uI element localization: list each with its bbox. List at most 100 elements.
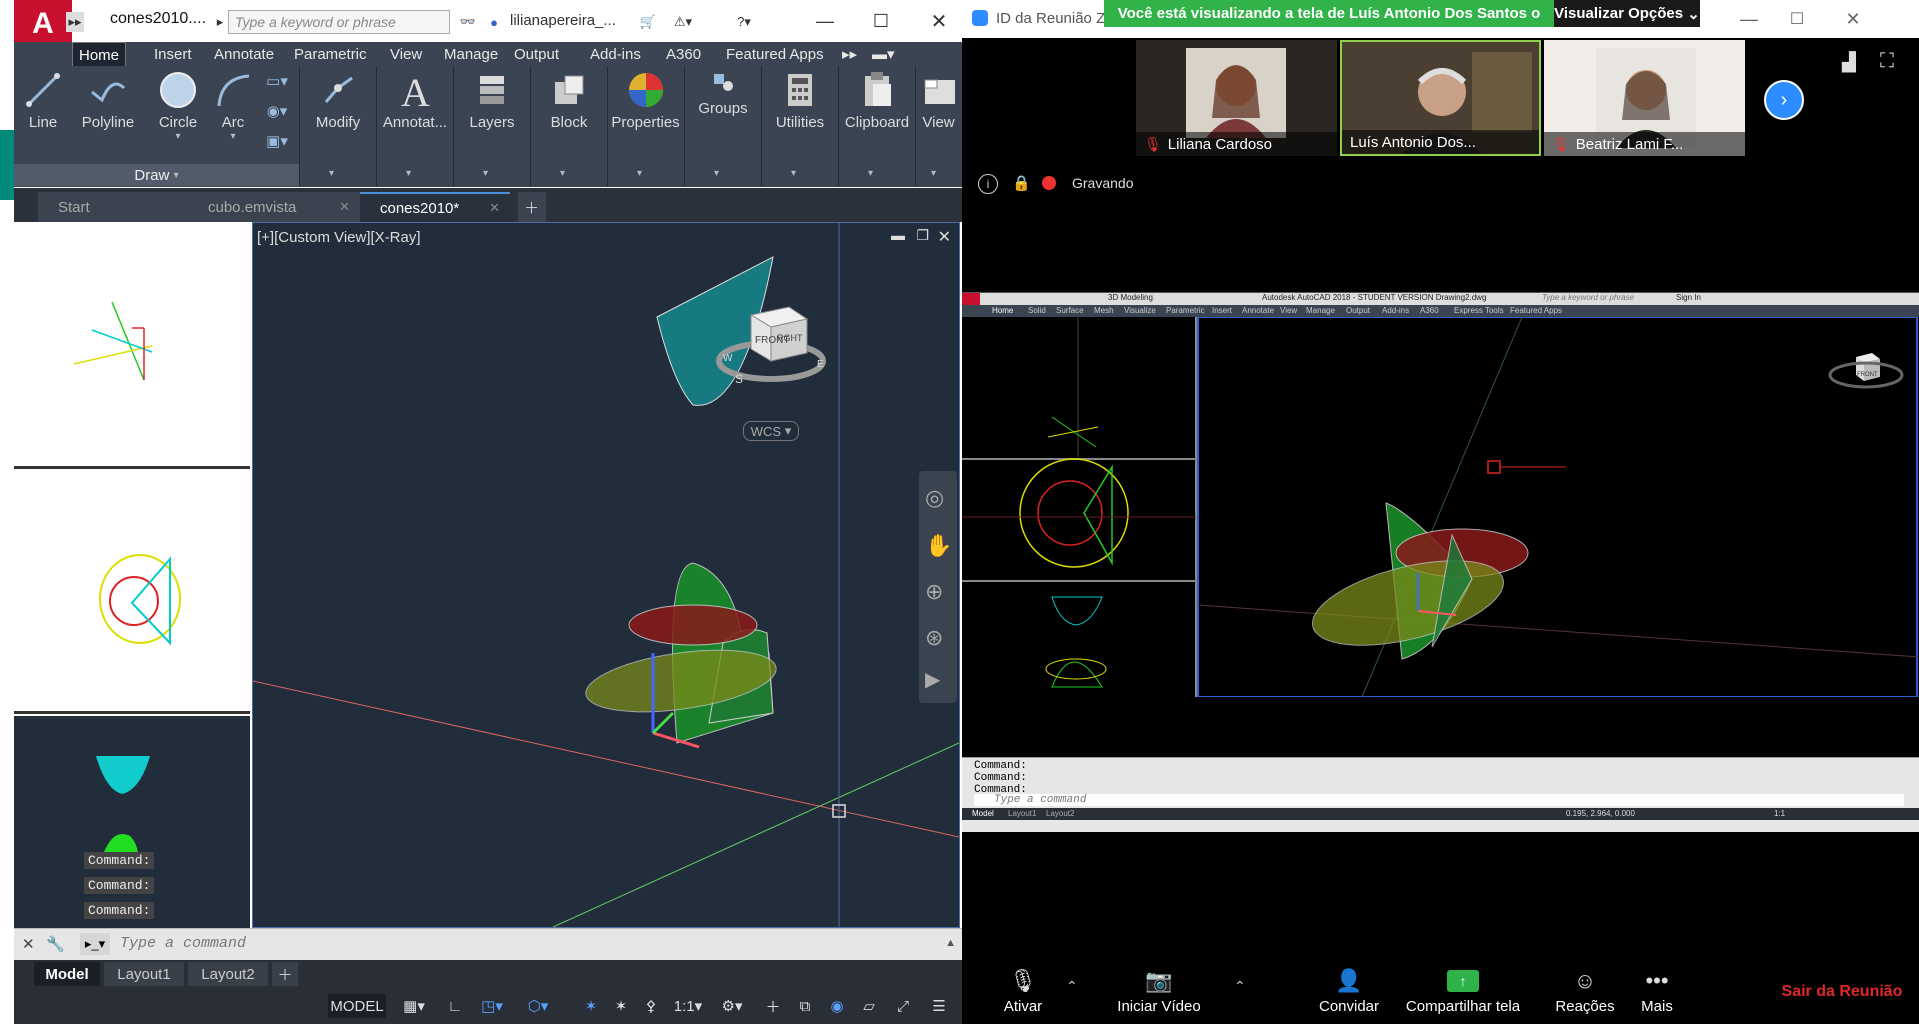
close-icon[interactable]: ✕ xyxy=(924,6,954,36)
quick-access-expand-button[interactable]: ▸▸ xyxy=(66,12,84,32)
minimize-icon[interactable]: — xyxy=(810,6,840,36)
meeting-info-icon[interactable]: i xyxy=(978,174,998,194)
annotation-expand-icon[interactable]: ▾ xyxy=(406,168,411,179)
clipboard-expand-icon[interactable]: ▾ xyxy=(868,168,873,179)
layout-tab-model[interactable]: Model xyxy=(34,962,100,986)
doc-tab-cubo[interactable]: cubo.emvista ✕ xyxy=(188,192,360,222)
layout-tab-layout1[interactable]: Layout1 xyxy=(104,962,184,986)
fullscreen-icon[interactable]: ⛶ xyxy=(1880,50,1894,73)
steering-wheel-icon[interactable]: ◎ xyxy=(925,485,944,511)
model-space-toggle[interactable]: MODEL xyxy=(328,994,386,1018)
annotation-group[interactable]: A Annotat... ▾ xyxy=(376,66,454,186)
ribbon-tab-parametric[interactable]: Parametric xyxy=(288,42,373,66)
share-screen-button[interactable]: ↑ Compartilhar tela xyxy=(1398,964,1528,1015)
binoculars-icon[interactable]: 👓 xyxy=(458,10,478,34)
audio-options-icon[interactable]: ⌃ xyxy=(1066,978,1078,995)
clipboard-panel-button[interactable]: Clipboard xyxy=(840,70,914,131)
app-menu-button[interactable]: A xyxy=(14,0,72,48)
command-history-toggle-icon[interactable]: ▲ xyxy=(945,937,956,949)
cart-icon[interactable]: 🛒 xyxy=(636,10,660,34)
close-tab-icon[interactable]: ✕ xyxy=(339,199,350,215)
invite-button[interactable]: 👤 Convidar xyxy=(1294,964,1404,1015)
layers-group[interactable]: Layers ▾ xyxy=(453,66,531,186)
participant-video-0[interactable]: 🎙 Liliana Cardoso xyxy=(1136,40,1337,156)
block-expand-icon[interactable]: ▾ xyxy=(560,168,565,179)
polyline-tool[interactable]: Polyline xyxy=(68,70,148,131)
start-video-button[interactable]: 📷 Iniciar Vídeo xyxy=(1104,964,1214,1015)
block-panel-button[interactable]: Block xyxy=(534,70,604,131)
properties-panel-button[interactable]: Properties xyxy=(607,70,684,131)
ribbon-tab-view[interactable]: View xyxy=(384,42,428,66)
autodesk-app-icon[interactable]: ⚠▾ xyxy=(668,10,698,34)
properties-expand-icon[interactable]: ▾ xyxy=(637,168,642,179)
recent-commands-icon[interactable]: ▸_▾ xyxy=(80,933,110,955)
annotation-visibility-icon[interactable]: ✶ xyxy=(578,994,604,1018)
pan-icon[interactable]: ✋ xyxy=(925,533,952,559)
rectangle-tool[interactable]: ▭▾ xyxy=(260,72,294,90)
ribbon-tab-insert[interactable]: Insert xyxy=(148,42,198,66)
ribbon-overflow-icon[interactable]: ▸▸ xyxy=(836,42,863,66)
main-viewport[interactable]: [+][Custom View][X-Ray] ▬ ❐ ✕ FRONT RGHT… xyxy=(252,222,960,928)
utilities-panel-button[interactable]: Utilities xyxy=(765,70,835,131)
snap-icon[interactable]: ∟ xyxy=(442,994,468,1018)
line-tool[interactable]: Line xyxy=(18,70,68,131)
block-group[interactable]: Block ▾ xyxy=(530,66,608,186)
view-cube[interactable]: FRONT RGHT W S E xyxy=(713,297,829,387)
mute-button[interactable]: 🎙 Ativar xyxy=(968,964,1078,1015)
groups-panel-button[interactable]: Groups xyxy=(688,70,758,117)
circle-tool[interactable]: Circle ▾ xyxy=(148,70,208,142)
auto-scale-icon[interactable]: ✶ xyxy=(608,994,634,1018)
isolate-objects-icon[interactable]: ⧉ xyxy=(792,994,818,1018)
doc-tab-cones2010[interactable]: cones2010* ✕ xyxy=(360,192,510,222)
maximize-icon[interactable]: ☐ xyxy=(866,6,896,36)
doc-tab-start[interactable]: Start xyxy=(38,192,188,222)
workspace-gear-icon[interactable]: ⚙▾ xyxy=(712,994,752,1018)
ribbon-tab-output[interactable]: Output xyxy=(508,42,565,66)
add-icon[interactable]: ＋ xyxy=(760,994,786,1018)
hatch-tool[interactable]: ◉▾ xyxy=(260,102,294,120)
arc-tool[interactable]: Arc ▾ xyxy=(208,70,258,142)
utilities-group[interactable]: Utilities ▾ xyxy=(761,66,839,186)
grid-icon[interactable]: ▦▾ xyxy=(392,994,436,1018)
view-expand-icon[interactable]: ▾ xyxy=(931,168,936,179)
view-layout-icon[interactable]: ▟ xyxy=(1842,52,1856,73)
ribbon-display-toggle-icon[interactable]: ▬▾ xyxy=(866,42,901,66)
new-layout-button[interactable]: ＋ xyxy=(272,962,298,986)
participant-video-1[interactable]: Luís Antonio Dos... xyxy=(1340,40,1541,156)
view-group[interactable]: View ▾ xyxy=(915,66,962,186)
encryption-lock-icon[interactable]: 🔒 xyxy=(1012,174,1031,192)
participant-video-2[interactable]: 🎙 Beatriz Lami F... xyxy=(1544,40,1745,156)
layers-expand-icon[interactable]: ▾ xyxy=(483,168,488,179)
clipboard-group[interactable]: Clipboard ▾ xyxy=(838,66,916,186)
boundary-tool[interactable]: ▣▾ xyxy=(260,132,294,150)
fullscreen-icon[interactable]: ⤢ xyxy=(890,994,916,1018)
annotation-scale-value[interactable]: 1:1 ▾ xyxy=(668,994,708,1018)
help-icon[interactable]: ?▾ xyxy=(724,10,764,34)
close-tab-icon[interactable]: ✕ xyxy=(489,200,500,216)
ribbon-tab-home[interactable]: Home xyxy=(72,42,127,67)
modify-panel-button[interactable]: Modify xyxy=(303,70,373,131)
customization-menu-icon[interactable]: ☰ xyxy=(926,994,952,1018)
ribbon-tab-manage[interactable]: Manage xyxy=(438,42,504,66)
search-expand-icon[interactable]: ▸ xyxy=(214,12,226,32)
properties-group[interactable]: Properties ▾ xyxy=(607,66,685,186)
annotation-scale-icon[interactable]: ⚴ xyxy=(638,994,664,1018)
ribbon-tab-a360[interactable]: A360 xyxy=(660,42,707,66)
annotation-panel-button[interactable]: A Annotat... xyxy=(378,70,452,131)
showmotion-icon[interactable]: ▶ xyxy=(925,667,940,692)
layers-panel-button[interactable]: Layers xyxy=(457,70,527,131)
video-options-icon[interactable]: ⌃ xyxy=(1234,978,1246,995)
command-input[interactable]: Type a command xyxy=(120,935,246,952)
zoom-close-icon[interactable]: ✕ xyxy=(1838,6,1868,32)
search-input[interactable]: Type a keyword or phrase xyxy=(228,10,450,34)
ribbon-tab-annotate[interactable]: Annotate xyxy=(208,42,280,66)
zoom-icon[interactable]: ⊕ xyxy=(925,579,943,605)
zoom-maximize-icon[interactable]: ☐ xyxy=(1782,6,1812,32)
viewport-top[interactable] xyxy=(14,222,250,469)
new-tab-button[interactable]: ＋ xyxy=(518,192,546,222)
ortho-icon[interactable]: ◳▾ xyxy=(472,994,512,1018)
groups-group[interactable]: Groups ▾ xyxy=(684,66,762,186)
orbit-icon[interactable]: ⊛ xyxy=(925,625,943,651)
view-options-menu[interactable]: Visualizar Opções ⌄ xyxy=(1554,0,1700,27)
viewport-front[interactable] xyxy=(14,471,250,714)
